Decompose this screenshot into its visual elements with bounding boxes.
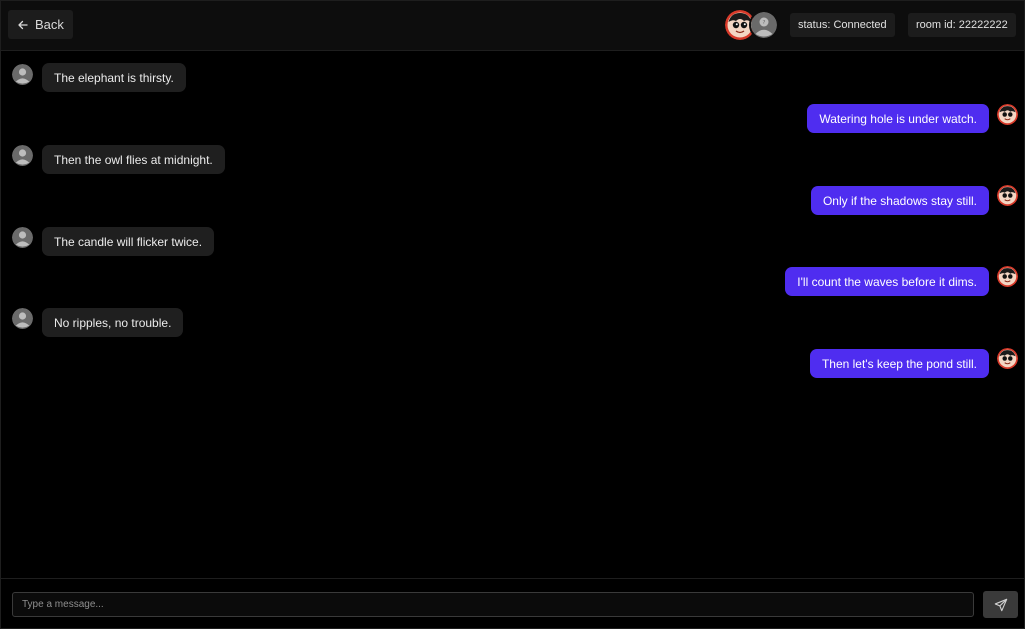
message-input[interactable] bbox=[12, 592, 974, 617]
message-composer bbox=[1, 578, 1024, 628]
message-outgoing: Watering hole is under watch. bbox=[807, 104, 989, 133]
send-button[interactable] bbox=[983, 591, 1018, 618]
connection-status-badge: status: Connected bbox=[790, 13, 895, 37]
message-incoming: No ripples, no trouble. bbox=[42, 308, 184, 337]
message-sender-avatar bbox=[997, 185, 1018, 206]
cartoon-face-icon bbox=[997, 185, 1018, 206]
message-sender-avatar bbox=[12, 308, 33, 329]
message-bubble: No ripples, no trouble. bbox=[42, 308, 184, 337]
room-id-badge: room id: 22222222 bbox=[908, 13, 1016, 37]
user-icon bbox=[12, 64, 33, 85]
message-incoming: The elephant is thirsty. bbox=[42, 63, 186, 92]
message-sender-avatar bbox=[997, 266, 1018, 287]
message-sender-avatar bbox=[997, 348, 1018, 369]
message-sender-avatar bbox=[12, 64, 33, 85]
message-bubble: Then let's keep the pond still. bbox=[809, 349, 989, 378]
message-bubble: The elephant is thirsty. bbox=[42, 63, 186, 92]
message-outgoing: I'll count the waves before it dims. bbox=[785, 267, 989, 296]
cartoon-face-icon bbox=[997, 104, 1018, 125]
message-incoming: Then the owl flies at midnight. bbox=[42, 145, 225, 174]
send-icon bbox=[994, 598, 1007, 611]
message-list[interactable]: The elephant is thirsty. Watering hole i… bbox=[1, 52, 1024, 578]
message-sender-avatar bbox=[997, 104, 1018, 125]
cartoon-face-icon bbox=[997, 266, 1018, 287]
message-bubble: Watering hole is under watch. bbox=[807, 104, 989, 133]
message-bubble: The candle will flicker twice. bbox=[42, 227, 215, 256]
user-icon bbox=[12, 227, 33, 248]
other-avatar: ? bbox=[749, 10, 779, 40]
message-outgoing: Only if the shadows stay still. bbox=[810, 186, 989, 215]
message-incoming: The candle will flicker twice. bbox=[42, 227, 215, 256]
back-button[interactable]: Back bbox=[8, 10, 73, 39]
chat-app: Back ? status: Connected room id: 222222… bbox=[0, 0, 1025, 629]
svg-text:?: ? bbox=[763, 20, 766, 26]
back-label: Back bbox=[35, 17, 64, 32]
message-sender-avatar bbox=[12, 227, 33, 248]
user-icon bbox=[12, 145, 33, 166]
user-icon bbox=[12, 308, 33, 329]
participant-avatars: ? bbox=[725, 10, 781, 40]
chat-header: Back ? status: Connected room id: 222222… bbox=[1, 1, 1024, 51]
message-bubble: Only if the shadows stay still. bbox=[810, 186, 989, 215]
cartoon-face-icon bbox=[997, 348, 1018, 369]
message-bubble: I'll count the waves before it dims. bbox=[785, 267, 989, 296]
message-bubble: Then the owl flies at midnight. bbox=[42, 145, 225, 174]
message-outgoing: Then let's keep the pond still. bbox=[809, 349, 989, 378]
arrow-left-icon bbox=[18, 20, 28, 29]
user-icon: ? bbox=[751, 12, 777, 38]
message-sender-avatar bbox=[12, 145, 33, 166]
